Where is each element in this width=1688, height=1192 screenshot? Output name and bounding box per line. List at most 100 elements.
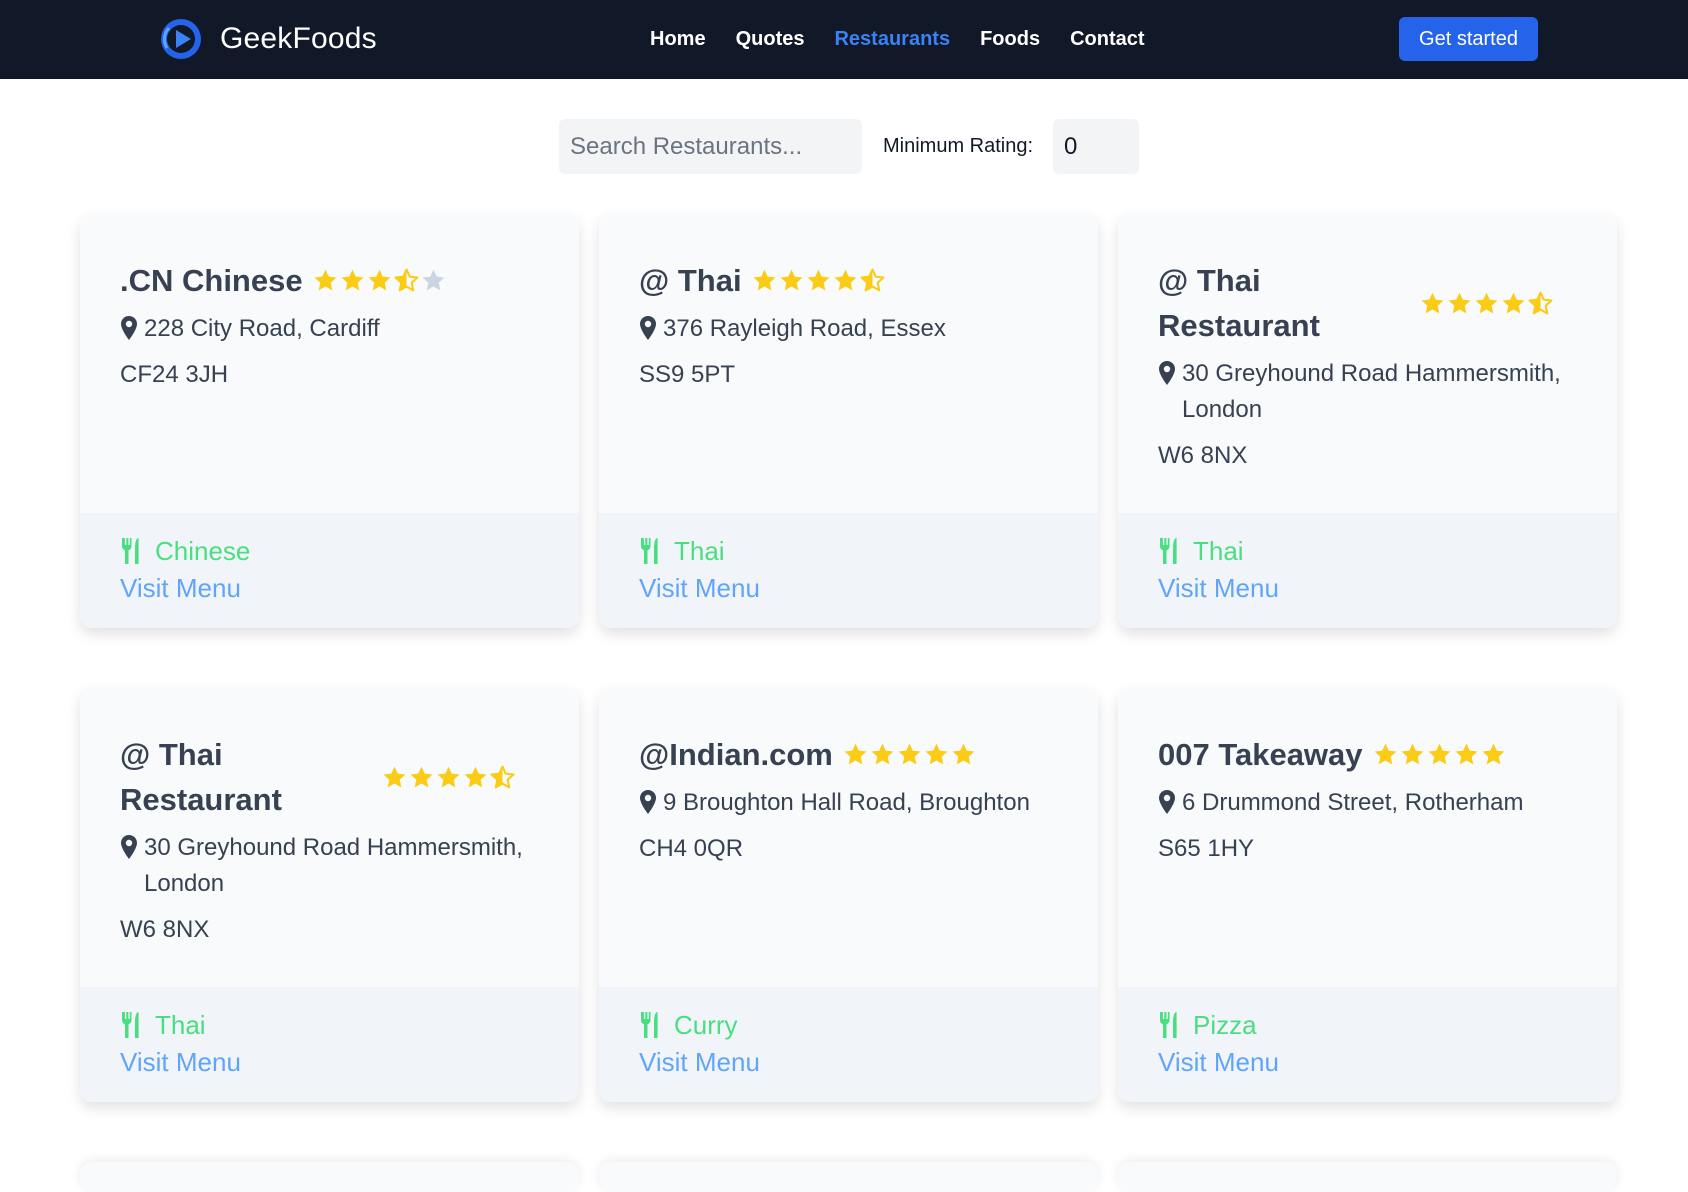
utensils-icon <box>1160 538 1177 564</box>
visit-menu-link[interactable]: Visit Menu <box>1158 1045 1577 1079</box>
visit-menu-link[interactable]: Visit Menu <box>639 1045 1058 1079</box>
brand[interactable]: GeekFoods <box>160 18 377 60</box>
star-full-icon <box>368 269 391 291</box>
play-logo-icon <box>161 19 201 59</box>
card-body: @ Thai Restaurant 30 Greyhound Road Hamm… <box>80 688 579 987</box>
card-body: @Indian.com 9 Broughton Hall Road, Broug… <box>599 688 1098 987</box>
restaurant-name: @ Thai <box>639 263 742 298</box>
address-line: 30 Greyhound Road Hammersmith, London <box>1158 356 1577 428</box>
card-body: .CN Chinese 228 City Road, Cardiff CF24 … <box>80 214 579 513</box>
nav-home[interactable]: Home <box>650 28 706 51</box>
restaurant-address: 6 Drummond Street, Rotherham <box>1182 789 1524 816</box>
restaurant-address: 376 Rayleigh Road, Essex <box>663 315 946 342</box>
visit-menu-link[interactable]: Visit Menu <box>1158 571 1577 605</box>
restaurant-card: @ Thai Restaurant 30 Greyhound Road Hamm… <box>80 688 579 1102</box>
restaurant-postcode: W6 8NX <box>1158 442 1248 469</box>
rating-stars <box>843 742 976 767</box>
star-full-icon <box>1455 743 1477 765</box>
star-full-icon <box>1428 743 1450 765</box>
star-full-icon <box>1502 292 1525 313</box>
star-full-icon <box>780 269 803 291</box>
min-rating-input[interactable] <box>1053 119 1140 174</box>
map-pin-icon <box>121 316 137 340</box>
star-half-icon <box>394 268 419 292</box>
title-row: @ Thai Restaurant <box>1158 258 1577 348</box>
restaurant-card: @ Thai Restaurant 30 Greyhound Road Hamm… <box>1118 214 1617 628</box>
title-row: @ Thai <box>639 258 1058 303</box>
card-footer: Thai Visit Menu <box>80 987 579 1102</box>
star-full-icon <box>952 743 975 765</box>
star-full-icon <box>871 743 894 765</box>
map-pin-icon <box>1159 790 1175 814</box>
brand-name: GeekFoods <box>220 22 377 55</box>
restaurant-card-partial <box>80 1162 579 1192</box>
map-pin-icon <box>640 316 656 340</box>
restaurant-address: 9 Broughton Hall Road, Broughton <box>663 789 1030 816</box>
restaurant-address: 30 Greyhound Road Hammersmith, London <box>1182 360 1561 423</box>
nav-contact[interactable]: Contact <box>1070 28 1144 51</box>
card-footer: Pizza Visit Menu <box>1118 987 1617 1102</box>
utensils-icon <box>122 1012 139 1038</box>
card-footer: Thai Visit Menu <box>599 513 1098 628</box>
visit-menu-link[interactable]: Visit Menu <box>120 571 539 605</box>
cuisine-label: Pizza <box>1193 1010 1257 1040</box>
address-line: 228 City Road, Cardiff <box>120 311 539 347</box>
restaurant-card: .CN Chinese 228 City Road, Cardiff CF24 … <box>80 214 579 628</box>
card-footer: Thai Visit Menu <box>1118 513 1617 628</box>
card-footer: Curry Visit Menu <box>599 987 1098 1102</box>
restaurant-postcode: CH4 0QR <box>639 835 744 862</box>
star-full-icon <box>834 269 857 291</box>
cuisine-label: Thai <box>155 1010 206 1040</box>
cuisine-tag: Thai <box>1158 533 1577 569</box>
get-started-button[interactable]: Get started <box>1399 17 1538 61</box>
star-full-icon <box>464 766 487 787</box>
rating-stars <box>313 268 446 293</box>
star-full-icon <box>1475 292 1498 313</box>
address-line: 30 Greyhound Road Hammersmith, London <box>120 830 539 902</box>
utensils-icon <box>641 1012 658 1038</box>
star-full-icon <box>383 766 406 787</box>
restaurant-name: .CN Chinese <box>120 263 303 298</box>
cuisine-label: Thai <box>674 536 725 566</box>
star-half-icon <box>490 765 515 788</box>
rating-stars <box>382 765 515 790</box>
card-body: 007 Takeaway 6 Drummond Street, Rotherha… <box>1118 688 1617 987</box>
rating-stars <box>752 268 885 293</box>
nav-restaurants[interactable]: Restaurants <box>834 28 950 51</box>
cuisine-label: Thai <box>1193 536 1244 566</box>
min-rating-label: Minimum Rating: <box>883 135 1034 157</box>
title-row: .CN Chinese <box>120 258 539 303</box>
address-line: 9 Broughton Hall Road, Broughton <box>639 785 1058 821</box>
restaurant-postcode: CF24 3JH <box>120 361 229 388</box>
nav-quotes[interactable]: Quotes <box>736 28 805 51</box>
restaurant-name: @ Thai Restaurant <box>120 737 282 817</box>
star-full-icon <box>1448 292 1471 313</box>
nav-foods[interactable]: Foods <box>980 28 1040 51</box>
restaurant-postcode: SS9 5PT <box>639 361 736 388</box>
restaurant-address: 30 Greyhound Road Hammersmith, London <box>144 834 523 897</box>
cuisine-tag: Curry <box>639 1007 1058 1043</box>
star-full-icon <box>410 766 433 787</box>
rating-stars <box>1420 291 1553 316</box>
visit-menu-link[interactable]: Visit Menu <box>639 571 1058 605</box>
star-full-icon <box>1401 743 1423 765</box>
search-input[interactable] <box>559 119 862 174</box>
star-full-icon <box>1374 743 1396 765</box>
restaurant-card-partial <box>599 1162 1098 1192</box>
star-full-icon <box>314 269 337 291</box>
cuisine-label: Chinese <box>155 536 251 566</box>
restaurant-name: 007 Takeaway <box>1158 737 1363 772</box>
card-body: @ Thai 376 Rayleigh Road, Essex SS9 5PT <box>599 214 1098 513</box>
star-full-icon <box>807 269 830 291</box>
star-full-icon <box>437 766 460 787</box>
star-half-icon <box>860 268 885 292</box>
filter-bar: Minimum Rating: <box>559 119 1140 174</box>
map-pin-icon <box>121 835 137 859</box>
visit-menu-link[interactable]: Visit Menu <box>120 1045 539 1079</box>
star-full-icon <box>898 743 921 765</box>
title-row: 007 Takeaway <box>1158 732 1577 777</box>
star-full-icon <box>925 743 948 765</box>
address-line: 6 Drummond Street, Rotherham <box>1158 785 1577 821</box>
star-full-icon <box>1421 292 1444 313</box>
cuisine-tag: Thai <box>120 1007 539 1043</box>
